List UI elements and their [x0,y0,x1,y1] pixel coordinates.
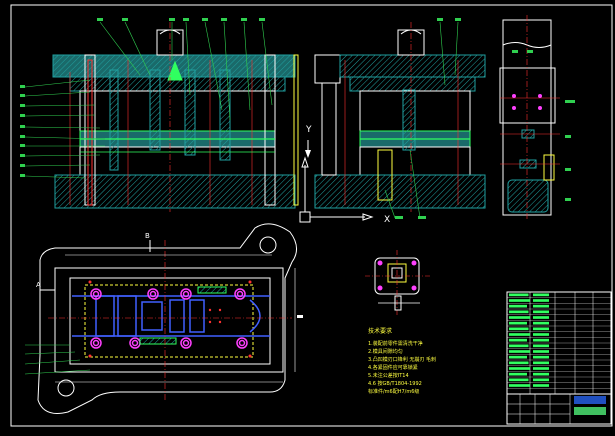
parts-row-text [509,384,530,387]
parts-row-text [533,304,549,308]
parts-row-text [533,378,549,382]
parts-row-text [533,327,549,331]
parts-row-text [533,367,549,370]
axis-x-label: X [384,215,390,225]
detail-part-view [365,250,430,315]
parts-list-table [506,291,612,395]
notes-line-4: 4.各紧固件应可靠锁紧 [368,364,418,371]
plan-label-b: B [145,232,150,240]
parts-row-text [509,344,529,348]
parts-row-text [533,333,549,336]
parts-row-text [509,355,527,359]
parts-row-text [533,361,549,365]
parts-row-text [533,355,549,359]
plan-view: B A [24,223,303,414]
title-block [506,393,612,425]
parts-row-text [533,338,549,342]
notes-title: 技术要求 [368,327,392,335]
right-narrow-view [499,15,575,220]
parts-row-text [509,338,527,342]
parts-row-text [509,378,529,382]
parts-row-text [509,361,529,365]
parts-row-text [533,321,549,325]
parts-row-text [509,367,530,370]
technical-notes: 技术要求 1.装配前零件需清洗干净 2.模具间隙均匀 3.凸凹模刃口锋利 无崩刃… [368,327,436,395]
parts-row-text [533,384,549,387]
parts-row-text [533,310,549,314]
parts-row-text [509,299,530,302]
parts-row-text [509,293,529,297]
parts-row-text [533,350,549,353]
notes-line-7: 标准件/m6配H7/m6级 [368,388,419,395]
parts-row-text [533,293,549,297]
notes-line-2: 2.模具间隙均匀 [368,348,403,355]
notes-line-5: 5.未注公差按IT14 [368,372,409,379]
parts-row-text [509,327,529,331]
notes-line-3: 3.凸凹模刃口锋利 无崩刃 毛刺 [368,356,436,363]
parts-row-text [509,304,527,308]
parts-row-text [509,316,530,319]
parts-row-text [509,310,529,314]
cad-drawing: Y X B A 技术要求 1.装配前零件需清洗干净 2.模具间隙均匀 3.凸凹模… [10,4,613,427]
parts-row-text [533,316,549,319]
axis-y-label: Y [305,125,312,135]
side-section-view [314,18,486,219]
plan-label-a: A [36,281,41,289]
front-section-view [20,18,299,212]
notes-line-6: 4.6 按GB/T1804-1992 [368,380,422,387]
parts-row-text [533,372,549,376]
notes-line-1: 1.装配前零件需清洗干净 [368,340,423,347]
parts-row-text [509,333,530,336]
parts-row-text [509,372,527,376]
parts-row-text [509,321,527,325]
parts-row-text [533,344,549,348]
parts-row-text [509,350,530,353]
parts-row-text [533,299,549,302]
